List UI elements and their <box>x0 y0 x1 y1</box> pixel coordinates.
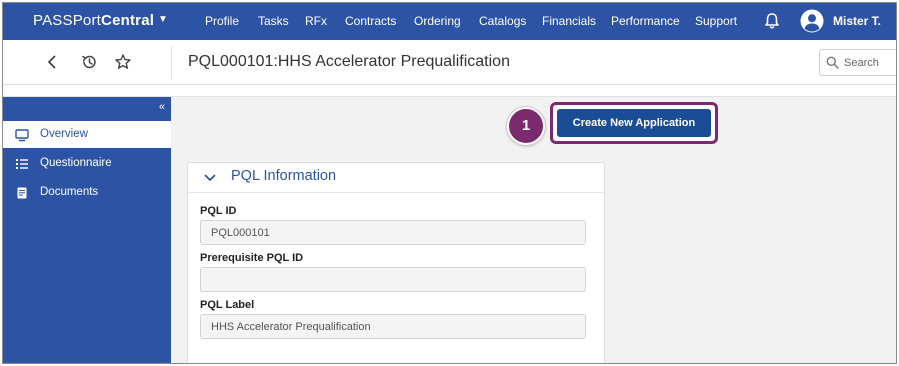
pql-id-field[interactable] <box>200 220 586 245</box>
menu-item-performance[interactable]: Performance <box>611 14 680 28</box>
page-header: PQL000101:HHS Accelerator Prequalificati… <box>3 40 896 85</box>
top-navigation: PASSPortCentral ▼ Profile Tasks RFx Cont… <box>3 3 896 40</box>
menu-item-rfx[interactable]: RFx <box>305 14 327 28</box>
search-field[interactable] <box>819 49 896 76</box>
sidebar-item-label: Overview <box>40 128 88 140</box>
app-window: PASSPortCentral ▼ Profile Tasks RFx Cont… <box>2 2 897 364</box>
page-title: PQL000101:HHS Accelerator Prequalificati… <box>188 53 510 70</box>
notification-bell-icon[interactable] <box>762 11 782 31</box>
back-chevron-icon[interactable] <box>43 53 61 71</box>
main-content: 1 Create New Application PQL Information… <box>171 97 896 363</box>
search-icon <box>826 56 839 69</box>
sidebar: « Overview Questionnaire Documents <box>3 97 171 363</box>
brand-caret-down-icon[interactable]: ▼ <box>158 14 168 25</box>
search-input[interactable] <box>844 54 896 71</box>
card-title: PQL Information <box>231 168 337 184</box>
menu-item-catalogs[interactable]: Catalogs <box>479 14 526 28</box>
sidebar-item-overview[interactable]: Overview <box>3 121 171 148</box>
user-name[interactable]: Mister T. <box>833 14 881 28</box>
create-new-application-button[interactable]: Create New Application <box>557 109 711 137</box>
sidebar-item-label: Questionnaire <box>40 157 112 169</box>
chevron-down-icon[interactable] <box>204 173 216 183</box>
pql-label-label: PQL Label <box>200 299 255 311</box>
header-spacer <box>3 86 896 97</box>
card-header[interactable]: PQL Information <box>188 163 604 193</box>
list-icon <box>16 159 28 169</box>
favorite-star-icon[interactable] <box>114 53 132 71</box>
history-icon[interactable] <box>80 53 98 71</box>
sidebar-item-questionnaire[interactable]: Questionnaire <box>3 150 171 177</box>
brand-logo[interactable]: PASSPortCentral <box>33 12 154 29</box>
pql-label-field[interactable] <box>200 314 586 339</box>
pql-information-card: PQL Information PQL ID Prerequisite PQL … <box>187 162 605 363</box>
sidebar-collapse-strip: « <box>3 97 171 119</box>
prerequisite-pql-id-field[interactable] <box>200 267 586 292</box>
menu-item-financials[interactable]: Financials <box>542 14 596 28</box>
menu-item-support[interactable]: Support <box>695 14 737 28</box>
menu-item-contracts[interactable]: Contracts <box>345 14 396 28</box>
collapse-sidebar-icon[interactable]: « <box>159 101 165 113</box>
brand-text-passport: PASSPort <box>33 12 102 29</box>
header-divider <box>171 46 172 79</box>
monitor-icon <box>15 129 29 142</box>
step-number-badge: 1 <box>507 107 545 145</box>
menu-item-profile[interactable]: Profile <box>205 14 239 28</box>
create-button-highlight: Create New Application <box>550 102 718 144</box>
menu-item-tasks[interactable]: Tasks <box>258 14 289 28</box>
sidebar-item-label: Documents <box>40 186 99 198</box>
brand-text-central: Central <box>101 12 155 29</box>
sidebar-item-documents[interactable]: Documents <box>3 179 171 206</box>
user-avatar-icon[interactable] <box>800 9 824 33</box>
menu-item-ordering[interactable]: Ordering <box>414 14 461 28</box>
pql-id-label: PQL ID <box>200 205 237 217</box>
document-icon <box>17 187 27 199</box>
prerequisite-pql-id-label: Prerequisite PQL ID <box>200 252 304 264</box>
